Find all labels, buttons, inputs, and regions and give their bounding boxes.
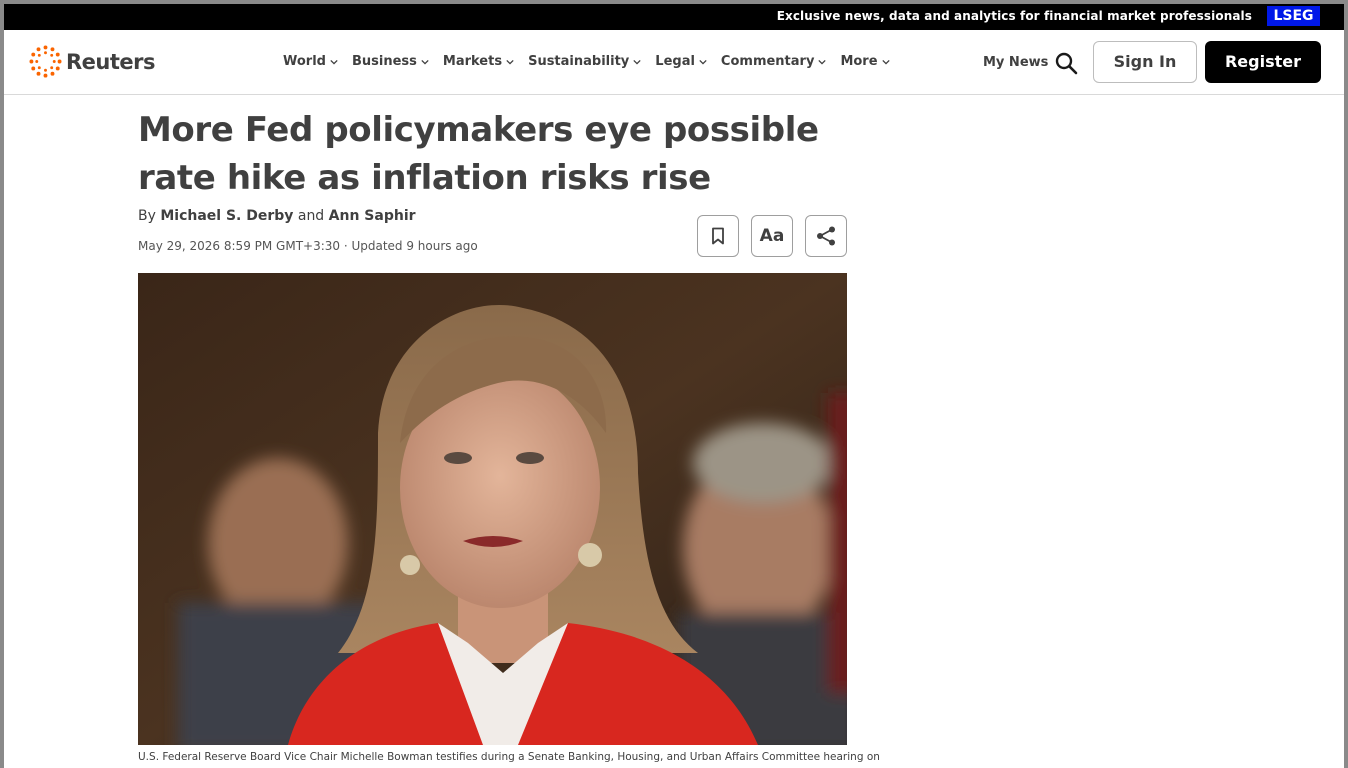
- byline-and: and: [297, 208, 325, 224]
- nav-legal[interactable]: Legal: [655, 54, 707, 69]
- reuters-logo-icon: [29, 45, 62, 78]
- nav-label: Sustainability: [528, 54, 630, 69]
- author-link[interactable]: Ann Saphir: [329, 208, 416, 224]
- top-promo-strip: Exclusive news, data and analytics for f…: [4, 4, 1344, 30]
- my-news-link[interactable]: My News: [983, 55, 1048, 70]
- nav-label: World: [283, 54, 326, 69]
- article-photo[interactable]: [138, 273, 847, 745]
- photo-illustration: [138, 273, 847, 745]
- nav-label: Legal: [655, 54, 695, 69]
- nav-label: Business: [351, 54, 417, 69]
- text-size-button[interactable]: Aa: [751, 215, 793, 257]
- nav-label: Markets: [442, 54, 503, 69]
- author-link[interactable]: Michael S. Derby: [160, 208, 293, 224]
- lseg-badge[interactable]: LSEG: [1267, 6, 1320, 26]
- bookmark-button[interactable]: [697, 215, 739, 257]
- nav-markets[interactable]: Markets: [443, 54, 514, 69]
- nav-commentary[interactable]: Commentary: [721, 54, 827, 69]
- chevron-down-icon: [633, 59, 641, 65]
- browser-frame: Exclusive news, data and analytics for f…: [0, 0, 1348, 768]
- main-nav: World Business Markets Sustainability Le…: [283, 54, 904, 69]
- share-button[interactable]: [805, 215, 847, 257]
- bookmark-icon: [712, 227, 724, 245]
- chevron-down-icon: [818, 59, 827, 65]
- chevron-down-icon: [881, 59, 890, 65]
- share-icon: [817, 226, 835, 246]
- nav-label: Commentary: [720, 54, 815, 69]
- search-icon[interactable]: [1054, 51, 1078, 75]
- sign-in-button[interactable]: Sign In: [1093, 41, 1197, 83]
- register-button[interactable]: Register: [1205, 41, 1321, 83]
- site-header: Reuters World Business Markets Sustainab…: [4, 30, 1344, 95]
- chevron-down-icon: [699, 59, 707, 65]
- nav-sustainability[interactable]: Sustainability: [528, 54, 641, 69]
- photo-caption: U.S. Federal Reserve Board Vice Chair Mi…: [138, 751, 880, 763]
- nav-label: More: [840, 54, 878, 69]
- text-size-label: Aa: [759, 226, 785, 246]
- promo-tagline[interactable]: Exclusive news, data and analytics for f…: [777, 9, 1252, 23]
- logo-text: Reuters: [66, 49, 156, 74]
- reuters-logo[interactable]: Reuters: [29, 45, 156, 78]
- chevron-down-icon: [506, 59, 514, 65]
- byline: By Michael S. Derby and Ann Saphir: [138, 208, 416, 224]
- nav-business[interactable]: Business: [352, 54, 429, 69]
- chevron-down-icon: [330, 59, 338, 65]
- chevron-down-icon: [421, 59, 429, 65]
- article-headline: More Fed policymakers eye possible rate …: [138, 110, 819, 198]
- dateline: May 29, 2026 8:59 PM GMT+3:30 · Updated …: [138, 239, 478, 253]
- byline-prefix: By: [138, 208, 156, 224]
- nav-world[interactable]: World: [283, 54, 338, 69]
- nav-more[interactable]: More: [840, 54, 890, 69]
